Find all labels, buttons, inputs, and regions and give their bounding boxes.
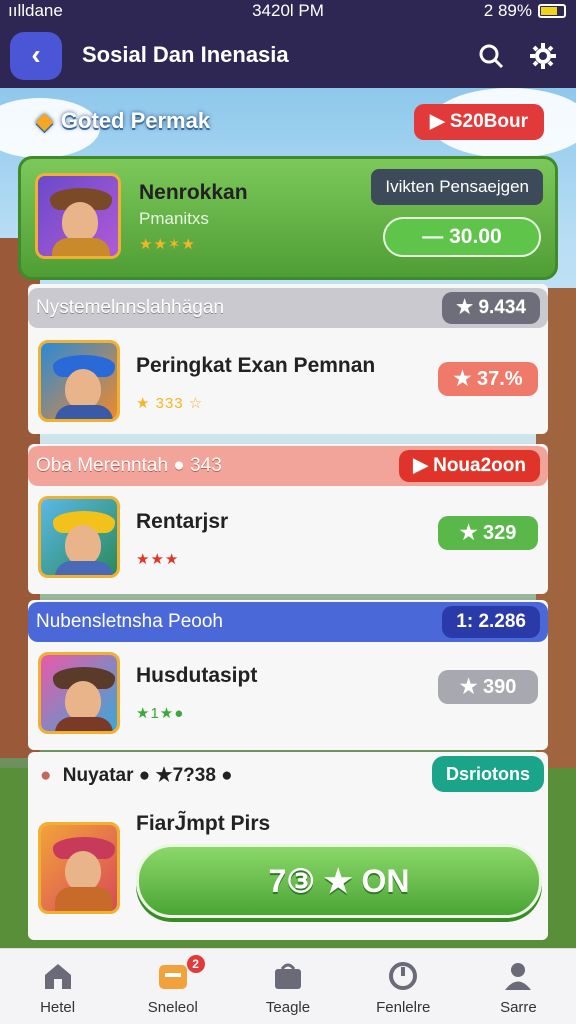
group-points-pill: ★ 9.434	[442, 292, 540, 324]
avatar	[38, 340, 120, 422]
nav-label: Teagle	[265, 999, 311, 1016]
nav-label: Fenlelre	[376, 999, 431, 1016]
leaderboard-panel: ◆ Goted Permak ▶ S20Bour Nenrokkan Pmanit…	[18, 92, 558, 942]
group-header: Nubensletnsha Peooh 1: 2.286	[28, 602, 548, 642]
avatar	[38, 496, 120, 578]
battery-percent: 2 89%	[483, 1, 532, 20]
notification-badge: 2	[186, 955, 205, 973]
group-count-pill: 1: 2.286	[442, 606, 540, 638]
chat-icon	[158, 965, 187, 989]
group-title: Nubensletnsha Peooh	[36, 611, 223, 632]
player-name: Rentarjsr	[136, 510, 229, 533]
nav-item-store[interactable]: Teagle	[230, 949, 345, 1024]
featured-tag: Ivikten Pensaejgen	[371, 169, 543, 205]
player-name: Husdutasipt	[136, 664, 258, 687]
group-header: Nystemelnnslahhägan ★ 9.434	[28, 288, 548, 328]
featured-price-button[interactable]: — 30.00	[383, 217, 541, 257]
group-title: Nystemelnnslahhägan	[36, 297, 225, 318]
group-title: Oba Merenntah ● 343	[36, 455, 222, 476]
avatar	[38, 822, 120, 914]
battery-icon	[538, 4, 566, 18]
home-icon	[44, 964, 71, 989]
score-pill[interactable]: ★ 37.%	[438, 362, 538, 396]
user-icon	[505, 963, 532, 990]
player-stars: ★1★●	[136, 705, 185, 722]
featured-player-card[interactable]: Nenrokkan Pmanitxs ★★✶★ Ivikten Pensaejg…	[18, 156, 558, 280]
nav-item-social[interactable]: 2 Sneleol	[115, 949, 230, 1024]
nav-item-features[interactable]: Fenlelre	[346, 949, 461, 1024]
rating-stars: ★★✶★	[139, 236, 196, 253]
section-badge-button[interactable]: ▶ S20Bour	[413, 104, 544, 140]
score-pill[interactable]: ★ 390	[438, 670, 538, 704]
section-title: ◆ Goted Permak	[36, 108, 211, 133]
app-header: ‹ Sosial Dan Inenasia	[0, 24, 576, 88]
score-pill[interactable]: ★ 329	[438, 516, 538, 550]
bag-icon	[275, 963, 301, 989]
featured-name: Nenrokkan	[139, 181, 248, 204]
featured-subtitle: Pmanitxs	[139, 209, 209, 228]
page-title: Sosial Dan Inenasia	[82, 42, 289, 67]
play-button[interactable]: 7③ ★ ON	[136, 844, 542, 918]
search-icon[interactable]	[476, 42, 506, 72]
power-icon	[389, 962, 418, 990]
player-stars: ★ 333 ☆	[136, 395, 204, 412]
nav-label: Sneleol	[147, 999, 198, 1016]
options-button[interactable]: Dsriotons	[431, 756, 544, 792]
status-bar: ıılldane 3420l PM 2 89%	[0, 0, 576, 24]
gem-icon: ◆	[36, 108, 53, 133]
bottom-nav: Hetel 2 Sneleol Teagle Fenlelre Sarre	[0, 948, 576, 1024]
player-name: Peringkat Exan Pemnan	[136, 354, 376, 377]
group-action-pill[interactable]: ▶ Noua2oon	[399, 450, 540, 482]
cta-name: FiarJ̃mpt Pirs	[136, 812, 271, 835]
status-right: 2 89%	[484, 1, 566, 21]
avatar	[35, 173, 121, 259]
avatar	[38, 652, 120, 734]
gear-icon[interactable]	[528, 42, 558, 72]
player-stars: ★★★	[136, 551, 180, 568]
back-button[interactable]: ‹	[10, 32, 62, 80]
currency-row: ● Nuyatar ● ★7?38 ●	[40, 765, 233, 786]
nav-label: Hetel	[40, 999, 76, 1016]
nav-label: Sarre	[500, 999, 537, 1016]
nav-item-home[interactable]: Hetel	[0, 949, 115, 1024]
coin-icon: ●	[40, 765, 52, 786]
group-header: Oba Merenntah ● 343 ▶ Noua2oon	[28, 446, 548, 486]
nav-item-profile[interactable]: Sarre	[461, 949, 576, 1024]
